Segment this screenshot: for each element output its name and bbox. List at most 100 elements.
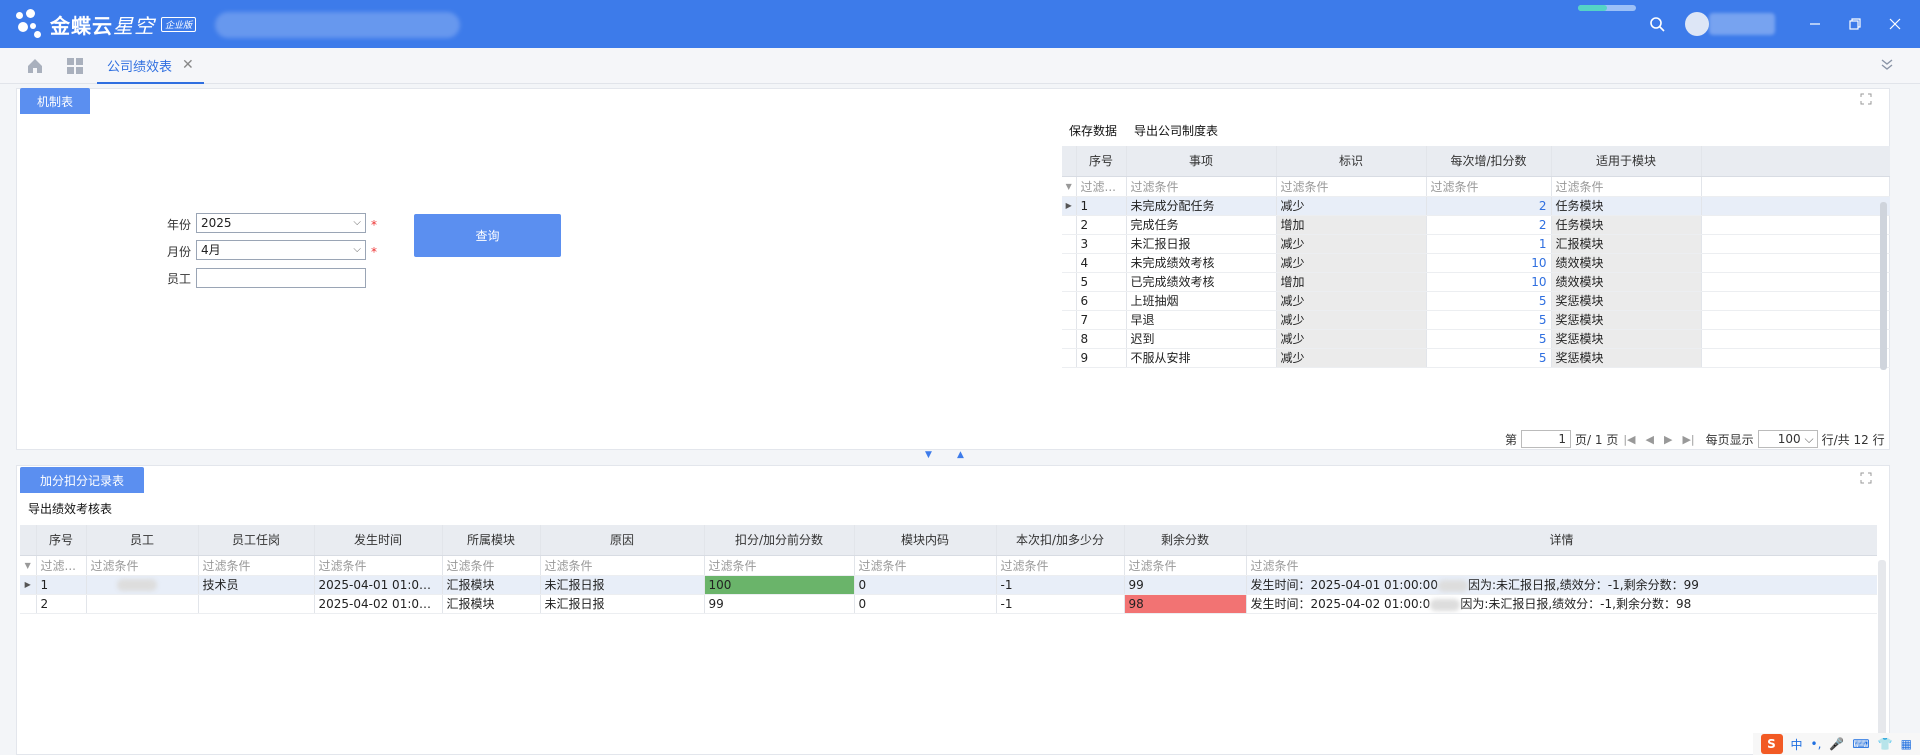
- cell-time[interactable]: 2025-04-01 01:00:00: [314, 575, 443, 595]
- cell-score[interactable]: 5: [1426, 348, 1552, 368]
- table-row[interactable]: 8 迟到 减少 5 奖惩模块: [1062, 329, 1890, 349]
- export-company-rules-button[interactable]: 导出公司制度表: [1134, 122, 1218, 139]
- filter-cell[interactable]: 过滤条件: [1246, 555, 1877, 576]
- table-row[interactable]: 6 上班抽烟 减少 5 奖惩模块: [1062, 291, 1890, 311]
- cell-item[interactable]: 上班抽烟: [1126, 291, 1277, 311]
- cell-no[interactable]: 7: [1076, 310, 1127, 330]
- col-header[interactable]: 所属模块: [442, 525, 541, 556]
- cell-flag[interactable]: 减少: [1276, 348, 1427, 368]
- cell-flag[interactable]: 增加: [1276, 215, 1427, 235]
- cell-module[interactable]: 绩效模块: [1551, 272, 1702, 292]
- cell-item[interactable]: 迟到: [1126, 329, 1277, 349]
- table-row[interactable]: 7 早退 减少 5 奖惩模块: [1062, 310, 1890, 330]
- cell-module[interactable]: 奖惩模块: [1551, 348, 1702, 368]
- cell-module[interactable]: 奖惩模块: [1551, 329, 1702, 349]
- cell-change[interactable]: -1: [996, 594, 1125, 614]
- last-page-icon[interactable]: ▶|: [1682, 433, 1694, 446]
- ime-lang[interactable]: 中: [1791, 736, 1803, 753]
- search-icon[interactable]: [1646, 13, 1668, 35]
- apps-grid-icon[interactable]: [66, 57, 84, 78]
- tab-company-performance[interactable]: 公司绩效表 ✕: [97, 48, 204, 84]
- cell-module[interactable]: 任务模块: [1551, 215, 1702, 235]
- cell-no[interactable]: 3: [1076, 234, 1127, 254]
- table-row[interactable]: 2 2025-04-02 01:00:00 汇报模块 未汇报日报 99 0 -1…: [20, 594, 1877, 614]
- filter-cell[interactable]: 过滤条件: [198, 555, 315, 576]
- cell-no[interactable]: 6: [1076, 291, 1127, 311]
- filter-cell[interactable]: 过滤条件: [1124, 555, 1247, 576]
- filter-cell[interactable]: 过滤...: [1076, 176, 1127, 197]
- filter-icon[interactable]: ▼: [20, 555, 37, 576]
- cell-flag[interactable]: 减少: [1276, 196, 1427, 216]
- cell-score[interactable]: 5: [1426, 329, 1552, 349]
- cell-employee[interactable]: [86, 575, 199, 595]
- cell-no[interactable]: 5: [1076, 272, 1127, 292]
- shirt-icon[interactable]: 👕: [1878, 737, 1893, 751]
- table-row[interactable]: ▶ 1 未完成分配任务 减少 2 任务模块: [1062, 196, 1890, 216]
- filter-cell[interactable]: 过滤条件: [540, 555, 705, 576]
- table-row[interactable]: 2 完成任务 增加 2 任务模块: [1062, 215, 1890, 235]
- cell-module[interactable]: 奖惩模块: [1551, 310, 1702, 330]
- cell-item[interactable]: 未完成分配任务: [1126, 196, 1277, 216]
- minimize-icon[interactable]: [1804, 13, 1826, 35]
- cell-remain[interactable]: 99: [1124, 575, 1247, 595]
- cell-module[interactable]: 奖惩模块: [1551, 291, 1702, 311]
- grid-icon[interactable]: ▦: [1901, 737, 1912, 751]
- table-row[interactable]: ▶ 1 技术员 2025-04-01 01:00:00 汇报模块 未汇报日报 1…: [20, 575, 1877, 595]
- cell-score[interactable]: 5: [1426, 310, 1552, 330]
- filter-cell[interactable]: 过滤条件: [86, 555, 199, 576]
- cell-flag[interactable]: 减少: [1276, 234, 1427, 254]
- cell-module[interactable]: 绩效模块: [1551, 253, 1702, 273]
- col-header[interactable]: 每次增/扣分数: [1426, 146, 1552, 177]
- cell-code[interactable]: 0: [854, 594, 997, 614]
- cell-score[interactable]: 1: [1426, 234, 1552, 254]
- cell-item[interactable]: 未完成绩效考核: [1126, 253, 1277, 273]
- col-header[interactable]: 详情: [1246, 525, 1877, 556]
- cell-module[interactable]: 汇报模块: [442, 594, 541, 614]
- collapse-up-icon[interactable]: ▲: [957, 450, 964, 460]
- col-header[interactable]: 本次扣/加多少分: [996, 525, 1125, 556]
- cell-item[interactable]: 早退: [1126, 310, 1277, 330]
- query-button[interactable]: 查询: [414, 214, 561, 257]
- cell-no[interactable]: 2: [36, 594, 87, 614]
- cell-flag[interactable]: 减少: [1276, 291, 1427, 311]
- prev-page-icon[interactable]: ◀: [1646, 433, 1654, 446]
- cell-before[interactable]: 99: [704, 594, 855, 614]
- user-avatar[interactable]: [1685, 12, 1709, 36]
- cell-score[interactable]: 2: [1426, 196, 1552, 216]
- ime-punct[interactable]: •,: [1811, 737, 1822, 751]
- col-header[interactable]: 事项: [1126, 146, 1277, 177]
- cell-flag[interactable]: 减少: [1276, 253, 1427, 273]
- tab-mechanism-table[interactable]: 机制表: [20, 88, 90, 114]
- collapse-chevron-icon[interactable]: [1880, 56, 1894, 75]
- cell-post[interactable]: [198, 594, 315, 614]
- col-header[interactable]: 员工: [86, 525, 199, 556]
- home-icon[interactable]: [26, 57, 44, 78]
- cell-item[interactable]: 已完成绩效考核: [1126, 272, 1277, 292]
- save-data-button[interactable]: 保存数据: [1069, 122, 1117, 139]
- expand-icon[interactable]: [1860, 93, 1872, 105]
- cell-reason[interactable]: 未汇报日报: [540, 575, 705, 595]
- cell-no[interactable]: 4: [1076, 253, 1127, 273]
- col-header[interactable]: 扣分/加分前分数: [704, 525, 855, 556]
- col-header[interactable]: 序号: [36, 525, 87, 556]
- cell-no[interactable]: 8: [1076, 329, 1127, 349]
- cell-employee[interactable]: [86, 594, 199, 614]
- filter-cell[interactable]: 过滤条件: [704, 555, 855, 576]
- export-performance-button[interactable]: 导出绩效考核表: [28, 500, 112, 517]
- filter-cell[interactable]: 过滤条件: [854, 555, 997, 576]
- cell-module[interactable]: 任务模块: [1551, 196, 1702, 216]
- tab-records-table[interactable]: 加分扣分记录表: [20, 467, 144, 493]
- close-icon[interactable]: [1884, 13, 1906, 35]
- cell-before[interactable]: 100: [704, 575, 855, 595]
- col-header[interactable]: 原因: [540, 525, 705, 556]
- year-select[interactable]: 2025 ⌵: [196, 213, 366, 233]
- first-page-icon[interactable]: |◀: [1623, 433, 1635, 446]
- cell-score[interactable]: 10: [1426, 272, 1552, 292]
- filter-cell[interactable]: 过滤...: [36, 555, 87, 576]
- cell-change[interactable]: -1: [996, 575, 1125, 595]
- col-header[interactable]: 序号: [1076, 146, 1127, 177]
- cell-item[interactable]: 不服从安排: [1126, 348, 1277, 368]
- month-select[interactable]: 4月 ⌵: [196, 240, 366, 260]
- col-header[interactable]: 模块内码: [854, 525, 997, 556]
- cell-code[interactable]: 0: [854, 575, 997, 595]
